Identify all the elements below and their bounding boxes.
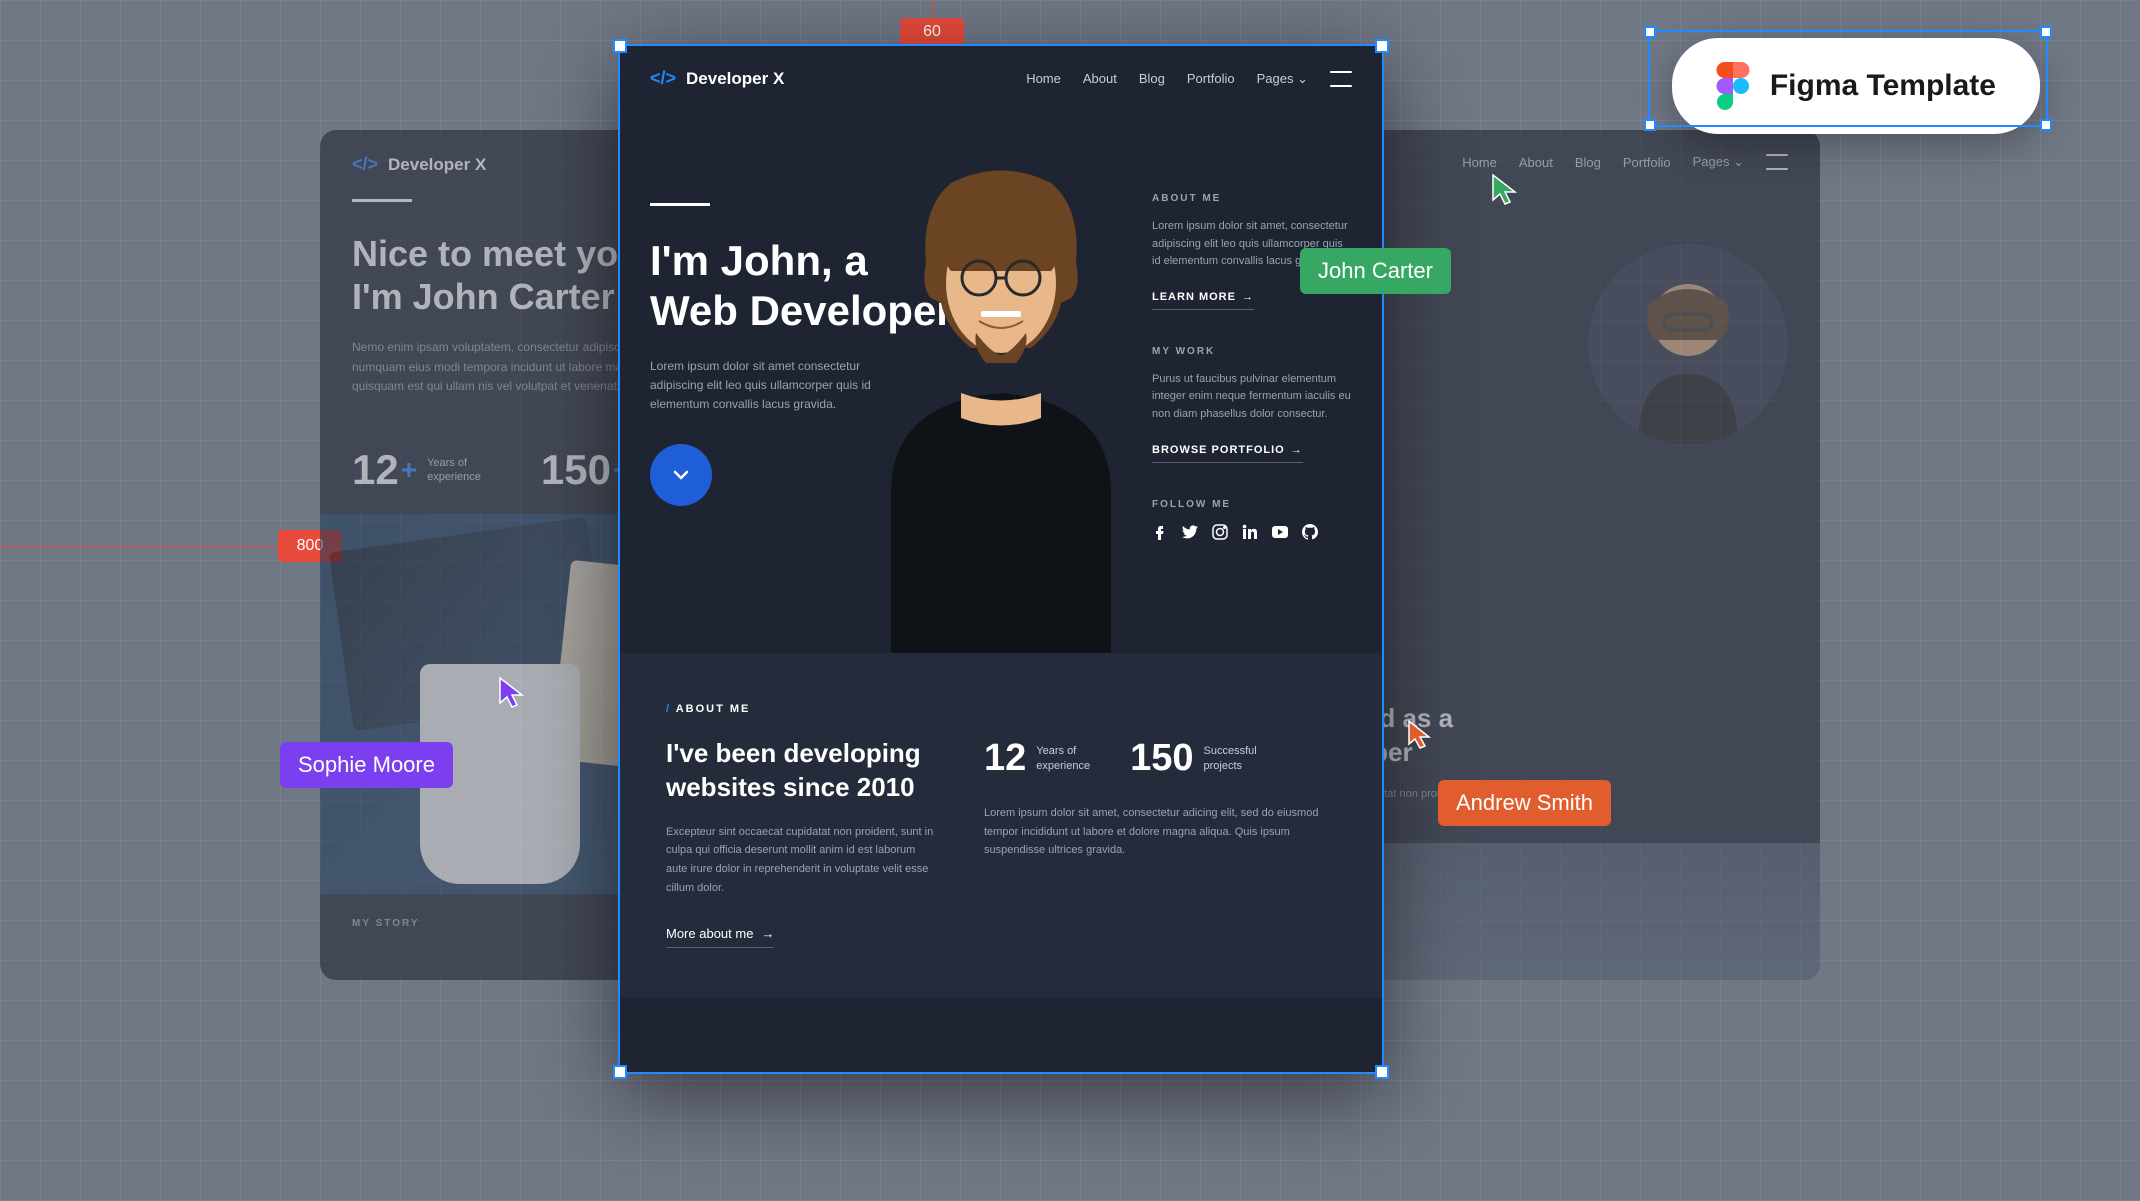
divider-line — [352, 199, 412, 202]
logo[interactable]: </> Developer X — [650, 68, 784, 89]
instagram-icon[interactable] — [1212, 524, 1228, 540]
arrow-right-icon: → — [1291, 444, 1303, 456]
cursor-pointer-orange — [1406, 718, 1434, 750]
stat-projects: 150 Successfulprojects — [1130, 737, 1257, 780]
about-text: Excepteur sint occaecat cupidatat non pr… — [666, 823, 934, 898]
code-icon: </> — [650, 68, 676, 89]
learn-more-link[interactable]: LEARN MORE → — [1152, 291, 1254, 310]
logo[interactable]: </> Developer X — [352, 154, 486, 175]
divider-line — [650, 203, 710, 206]
my-work-text: Purus ut faucibus pulvinar elementum int… — [1152, 371, 1352, 424]
logo-text: Developer X — [388, 155, 486, 175]
stats-row: 12 Years ofexperience 150 Successfulproj… — [984, 737, 1336, 780]
nav-portfolio[interactable]: Portfolio — [1187, 71, 1235, 86]
measurement-line-left — [0, 546, 278, 547]
social-links — [1152, 524, 1352, 540]
about-me-label: ABOUT ME — [1152, 193, 1352, 204]
follow-me-label: FOLLOW ME — [1152, 499, 1352, 510]
arrow-right-icon: → — [761, 926, 774, 941]
nav-pages[interactable]: Pages ⌄ — [1257, 71, 1308, 87]
hero-portrait — [831, 153, 1171, 653]
my-work-label: MY WORK — [1152, 346, 1352, 357]
logo-text: Developer X — [686, 69, 784, 89]
about-right-text: Lorem ipsum dolor sit amet, consectetur … — [984, 804, 1336, 860]
chevron-down-icon — [671, 465, 691, 485]
nav-home[interactable]: Home — [1026, 71, 1061, 86]
nav-blog[interactable]: Blog — [1575, 155, 1601, 170]
nav-portfolio[interactable]: Portfolio — [1623, 155, 1671, 170]
about-section: / ABOUT ME I've been developing websites… — [618, 653, 1384, 998]
stat-experience: 12+ Years ofexperience — [352, 446, 481, 494]
code-icon: </> — [352, 154, 378, 175]
nav-home[interactable]: Home — [1462, 155, 1497, 170]
figma-badge-text: Figma Template — [1770, 69, 1996, 103]
about-label: / ABOUT ME — [666, 703, 1336, 715]
menu-icon[interactable] — [1330, 71, 1352, 87]
github-icon[interactable] — [1302, 524, 1318, 540]
template-card-center[interactable]: </> Developer X Home About Blog Portfoli… — [618, 44, 1384, 1074]
about-title: I've been developing websites since 2010 — [666, 737, 934, 805]
hero-section: I'm John, a Web Developer Lorem ipsum do… — [618, 113, 1384, 653]
nav-blog[interactable]: Blog — [1139, 71, 1165, 86]
stat-projects: 150+ — [541, 446, 629, 494]
browse-portfolio-link[interactable]: BROWSE PORTFOLIO → — [1152, 444, 1303, 463]
linkedin-icon[interactable] — [1242, 524, 1258, 540]
nav-pages[interactable]: Pages ⌄ — [1693, 154, 1744, 170]
facebook-icon[interactable] — [1152, 524, 1168, 540]
figma-template-badge[interactable]: Figma Template — [1672, 38, 2040, 134]
twitter-icon[interactable] — [1182, 524, 1198, 540]
nav-bar: </> Developer X Home About Blog Portfoli… — [618, 44, 1384, 113]
cursor-label-sophie: Sophie Moore — [280, 742, 453, 788]
menu-icon[interactable] — [1766, 154, 1788, 170]
scroll-down-button[interactable] — [650, 444, 712, 506]
nav-about[interactable]: About — [1083, 71, 1117, 86]
nav-links: Home About Blog Portfolio Pages ⌄ — [1462, 154, 1788, 170]
chevron-down-icon: ⌄ — [1297, 71, 1308, 86]
arrow-right-icon: → — [1242, 291, 1254, 303]
stat-experience: 12 Years ofexperience — [984, 737, 1090, 780]
figma-icon — [1716, 62, 1750, 110]
cursor-pointer-green — [1490, 172, 1520, 206]
cursor-label-andrew: Andrew Smith — [1438, 780, 1611, 826]
nav-links: Home About Blog Portfolio Pages ⌄ — [1026, 71, 1352, 87]
measurement-top: 60 — [900, 18, 964, 46]
cursor-label-john: John Carter — [1300, 248, 1451, 294]
youtube-icon[interactable] — [1272, 524, 1288, 540]
chevron-down-icon: ⌄ — [1733, 154, 1744, 169]
more-about-link[interactable]: More about me → — [666, 926, 774, 948]
cursor-pointer-purple — [497, 675, 527, 709]
avatar — [1588, 244, 1788, 444]
nav-about[interactable]: About — [1519, 155, 1553, 170]
